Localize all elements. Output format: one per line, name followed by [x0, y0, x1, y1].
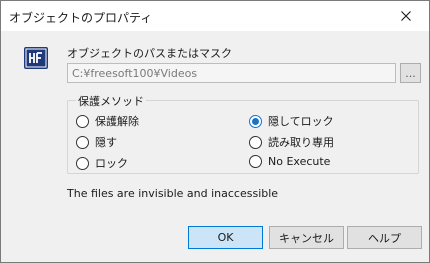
radio-label: No Execute — [268, 155, 331, 168]
path-label: オブジェクトのパスまたはマスク — [67, 47, 232, 60]
close-button[interactable] — [383, 1, 429, 31]
status-text: The files are invisible and inaccessible — [67, 187, 279, 200]
radio-label: 隠してロック — [268, 115, 334, 128]
radio-button[interactable] — [249, 155, 262, 168]
radio-no-execute[interactable]: No Execute — [249, 155, 330, 168]
close-icon — [401, 11, 411, 21]
browse-button[interactable]: ... — [400, 63, 421, 83]
path-input[interactable]: C:¥freesoft100¥Videos — [67, 63, 396, 83]
cancel-button[interactable]: キャンセル — [269, 226, 344, 249]
radio-button[interactable] — [76, 135, 89, 149]
radio-button[interactable] — [249, 135, 262, 149]
radio-label: ロック — [95, 157, 128, 170]
radio-lock[interactable]: ロック — [76, 155, 128, 171]
radio-label: 読み取り専用 — [268, 136, 334, 149]
protection-method-group: 保護メソッド 保護解除 隠す ロック 隠してロック 読み取り専用 No Exec… — [67, 93, 419, 174]
radio-button[interactable] — [76, 114, 89, 128]
radio-button[interactable] — [249, 114, 262, 128]
title-bar: オブジェクトのプロパティ — [1, 1, 429, 31]
radio-button[interactable] — [76, 156, 89, 170]
radio-label: 保護解除 — [95, 115, 139, 128]
ok-button[interactable]: OK — [188, 226, 263, 249]
help-button[interactable]: ヘルプ — [347, 226, 422, 249]
group-label: 保護メソッド — [76, 93, 146, 109]
radio-hide-and-lock[interactable]: 隠してロック — [249, 113, 334, 129]
radio-label: 隠す — [95, 136, 117, 149]
properties-dialog: オブジェクトのプロパティ オブジェクトのパスまたはマスク C:¥freesoft… — [0, 0, 430, 263]
hf-logo-icon — [24, 47, 48, 69]
radio-hide[interactable]: 隠す — [76, 134, 117, 150]
radio-unprotect[interactable]: 保護解除 — [76, 113, 139, 129]
window-title: オブジェクトのプロパティ — [9, 11, 153, 25]
radio-read-only[interactable]: 読み取り専用 — [249, 134, 334, 150]
